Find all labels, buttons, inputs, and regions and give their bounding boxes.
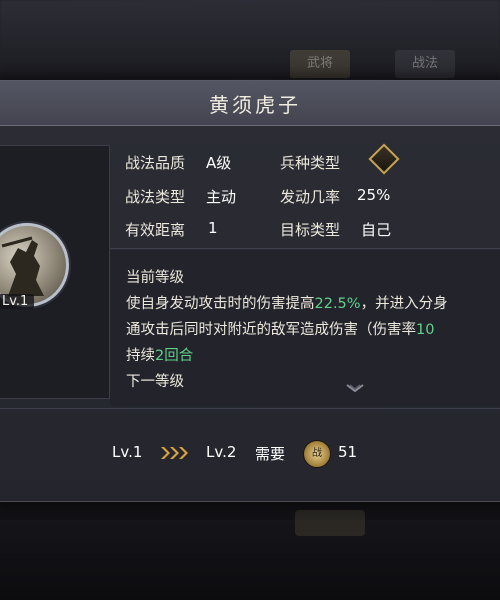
description-scroll-area[interactable]: 当前等级 使自身发动攻击时的伤害提高22.5%，并进入分身 通攻击后同时对附近的… bbox=[110, 250, 500, 406]
target-value: 自己 bbox=[361, 221, 392, 239]
description-line-2: 通攻击后同时对附近的敌军造成伤害（伤害率10 bbox=[126, 318, 434, 339]
range-value: 1 bbox=[208, 219, 218, 237]
expand-chevron-down-icon[interactable] bbox=[346, 384, 364, 394]
current-level: Lv.1 bbox=[112, 443, 143, 461]
warrior-silhouette-icon bbox=[1, 236, 44, 296]
quality-label: 战法品质 bbox=[125, 154, 186, 172]
type-label: 战法类型 bbox=[125, 188, 186, 206]
description-line-3: 持续2回合 bbox=[126, 344, 193, 365]
next-level-header: 下一等级 bbox=[126, 374, 184, 390]
description-line-1-a: 使自身发动攻击时的伤害提高 bbox=[126, 296, 315, 312]
background-bottom-button bbox=[295, 510, 365, 536]
next-level: Lv.2 bbox=[206, 443, 237, 461]
target-label: 目标类型 bbox=[280, 221, 341, 239]
quality-value: A级 bbox=[206, 154, 232, 172]
background-tab-tactic: 战法 bbox=[395, 50, 455, 78]
upgrade-arrows-icon bbox=[161, 447, 188, 459]
footer-divider bbox=[0, 408, 500, 409]
tactic-point-icon: 战 bbox=[303, 440, 331, 468]
troop-type-label: 兵种类型 bbox=[280, 154, 341, 172]
background-tab-general: 武将 bbox=[290, 50, 350, 78]
range-label: 有效距离 bbox=[125, 221, 186, 239]
tactic-title: 黄须虎子 bbox=[209, 93, 301, 117]
damage-rate-value: 10 bbox=[416, 322, 435, 338]
current-level-header: 当前等级 bbox=[126, 270, 184, 286]
required-label: 需要 bbox=[255, 445, 286, 463]
rate-label: 发动几率 bbox=[280, 188, 341, 206]
type-value: 主动 bbox=[206, 188, 237, 206]
description-line-2-a: 通攻击后同时对附近的敌军造成伤害（伤害率 bbox=[126, 322, 416, 338]
portrait-level-badge: Lv.1 bbox=[0, 294, 35, 309]
description-line-1-b: ，并进入分身 bbox=[360, 296, 448, 312]
background-bottom-bar bbox=[0, 520, 500, 600]
title-bar: 黄须虎子 bbox=[0, 81, 500, 126]
attributes-divider bbox=[110, 248, 500, 249]
game-scene: 武将 战法 黄须虎子 Lv.1 战法品质 A级 战法类型 主动 有效距离 1 兵… bbox=[0, 0, 500, 600]
description-line-3-a: 持续 bbox=[126, 348, 155, 364]
damage-bonus-percent: 22.5% bbox=[314, 296, 361, 312]
description-line-1: 使自身发动攻击时的伤害提高22.5%，并进入分身 bbox=[126, 292, 448, 313]
rate-value: 25% bbox=[357, 186, 391, 204]
duration-value: 2回合 bbox=[155, 348, 194, 364]
required-cost: 51 bbox=[338, 443, 358, 461]
